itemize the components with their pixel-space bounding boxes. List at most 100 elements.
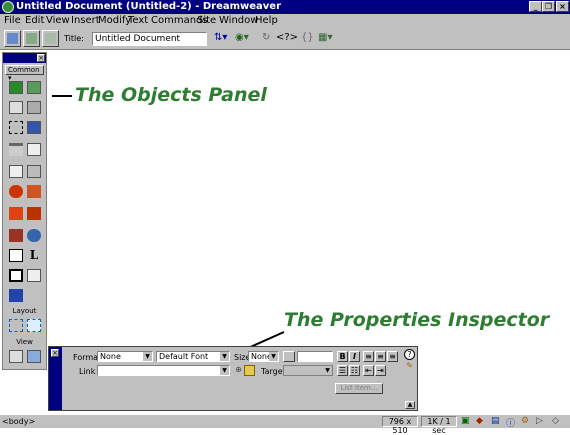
- navigation-bar-icon[interactable]: [27, 121, 41, 134]
- horizontal-rule-icon[interactable]: [9, 143, 23, 156]
- status-bar: <body> 796 x 510 1K / 1 sec ▣ ◆ ▤ ⓘ ⚙ ▷ …: [0, 414, 570, 435]
- menu-site[interactable]: Site: [197, 15, 216, 27]
- chevron-down-icon: ▼: [269, 352, 278, 361]
- align-left-icon[interactable]: ≡: [363, 351, 374, 362]
- preview-browser-icon[interactable]: ◉▾: [235, 32, 249, 43]
- document-title-input[interactable]: Untitled Document: [92, 32, 207, 46]
- tag-selector[interactable]: <body>: [2, 417, 35, 426]
- code-view-button[interactable]: [4, 30, 21, 47]
- help-icon[interactable]: ?: [404, 349, 415, 360]
- css-styles-icon[interactable]: ⓘ: [506, 416, 515, 429]
- font-select[interactable]: Default Font ▼: [156, 351, 230, 362]
- split-view-button[interactable]: [23, 30, 40, 47]
- title-label: Title:: [64, 34, 84, 43]
- layout-section-label: Layout: [12, 307, 37, 315]
- menu-insert[interactable]: Insert: [71, 15, 100, 27]
- minimize-icon[interactable]: _: [529, 1, 542, 12]
- menu-view[interactable]: View: [46, 15, 70, 27]
- italic-button[interactable]: I: [349, 351, 360, 362]
- properties-close-icon[interactable]: ×: [51, 349, 59, 357]
- standard-view-icon[interactable]: [9, 350, 23, 363]
- font-value: Default Font: [159, 352, 209, 361]
- objects-category-select[interactable]: Common ▾: [5, 65, 44, 82]
- layer-object-icon[interactable]: [9, 121, 23, 134]
- date-object-icon[interactable]: [9, 165, 23, 178]
- text-color-button[interactable]: [283, 351, 295, 362]
- download-stats: 1K / 1 sec: [421, 416, 457, 435]
- applet-object-icon[interactable]: [9, 249, 23, 262]
- rollover-image-icon[interactable]: [27, 81, 41, 94]
- design-view-button[interactable]: [42, 30, 59, 47]
- menu-file[interactable]: File: [4, 15, 21, 27]
- table-object-icon[interactable]: [9, 101, 23, 114]
- properties-inspector-sidebar: ×: [49, 347, 62, 410]
- point-to-file-icon[interactable]: ⊕: [233, 365, 244, 376]
- tabular-data-icon[interactable]: [27, 101, 41, 114]
- code-inspector-icon[interactable]: ◇: [552, 416, 559, 426]
- refresh-icon[interactable]: ↻: [262, 32, 270, 43]
- assets-icon[interactable]: ◆: [476, 416, 483, 426]
- flash-text-icon[interactable]: [27, 207, 41, 220]
- shockwave-icon[interactable]: [9, 229, 23, 242]
- menu-modify[interactable]: Modify: [98, 15, 131, 27]
- align-right-icon[interactable]: ≡: [387, 351, 398, 362]
- special-object-icon[interactable]: [9, 289, 23, 302]
- plugin-object-icon[interactable]: [9, 269, 23, 282]
- file-management-icon[interactable]: ⇅▾: [214, 32, 227, 43]
- menu-edit[interactable]: Edit: [25, 15, 44, 27]
- menu-text[interactable]: Text: [128, 15, 148, 27]
- link-input[interactable]: ▼: [97, 365, 230, 376]
- document-toolbar: Title: Untitled Document ⇅▾ ◉▾ ↻ <?> {} …: [0, 28, 570, 50]
- html-styles-icon[interactable]: ▤: [491, 416, 500, 426]
- restore-icon[interactable]: ❐: [542, 1, 555, 12]
- objects-panel-close-icon[interactable]: ×: [37, 54, 45, 62]
- close-icon[interactable]: ×: [556, 1, 569, 12]
- flash-object-icon[interactable]: [27, 185, 41, 198]
- flash-button-icon[interactable]: [9, 207, 23, 220]
- unordered-list-icon[interactable]: ☰: [337, 365, 348, 376]
- quick-tag-editor-icon[interactable]: ✎: [404, 361, 415, 372]
- image-placeholder-icon[interactable]: [27, 269, 41, 282]
- view-options-icon[interactable]: ▦▾: [318, 32, 332, 43]
- align-center-icon[interactable]: ≡: [375, 351, 386, 362]
- draw-layout-table-icon[interactable]: [27, 319, 41, 332]
- list-item-button[interactable]: List Item...: [335, 383, 383, 394]
- objects-category-label: Common: [8, 66, 40, 74]
- activex-object-icon[interactable]: L: [27, 249, 41, 262]
- behaviors-icon[interactable]: ⚙: [521, 416, 529, 426]
- objects-panel: × Common ▾ L Layout View: [2, 52, 47, 370]
- expand-collapse-icon[interactable]: ▲: [405, 401, 415, 409]
- ordered-list-icon[interactable]: ☷: [349, 365, 360, 376]
- chevron-down-icon: ▼: [220, 352, 229, 361]
- draw-layout-cell-icon[interactable]: [9, 319, 23, 332]
- layout-view-icon[interactable]: [27, 350, 41, 363]
- target-select[interactable]: ▼: [283, 365, 333, 376]
- bold-button[interactable]: B: [337, 351, 348, 362]
- history-icon[interactable]: ▷: [536, 416, 543, 426]
- window-size-readout[interactable]: 796 x 510: [382, 416, 418, 435]
- indent-icon[interactable]: ⇥: [375, 365, 386, 376]
- server-side-include-icon[interactable]: [27, 165, 41, 178]
- fireworks-html-icon[interactable]: [9, 185, 23, 198]
- objects-panel-annotation: The Objects Panel: [75, 84, 267, 106]
- size-select[interactable]: None ▼: [248, 351, 279, 362]
- objects-panel-pointer: [52, 95, 72, 97]
- menu-help[interactable]: Help: [255, 15, 278, 27]
- curly-braces-icon[interactable]: {}: [301, 32, 314, 43]
- generator-icon[interactable]: [27, 229, 41, 242]
- site-window-icon[interactable]: ▣: [461, 416, 470, 426]
- text-color-input[interactable]: [297, 351, 333, 362]
- email-link-icon[interactable]: [27, 143, 41, 156]
- outdent-icon[interactable]: ⇤: [363, 365, 374, 376]
- menu-bar: File Edit View Insert Modify Text Comman…: [0, 14, 570, 28]
- chevron-down-icon: ▼: [323, 366, 332, 375]
- format-select[interactable]: None ▼: [97, 351, 153, 362]
- chevron-down-icon: ▼: [220, 366, 229, 375]
- title-bar: Untitled Document (Untitled-2) - Dreamwe…: [0, 0, 570, 14]
- image-object-icon[interactable]: [9, 81, 23, 94]
- folder-icon[interactable]: [244, 365, 255, 376]
- format-value: None: [100, 352, 121, 361]
- menu-window[interactable]: Window: [219, 15, 258, 27]
- dreamweaver-app-icon[interactable]: [2, 1, 14, 13]
- code-navigation-icon[interactable]: <?>: [276, 32, 298, 43]
